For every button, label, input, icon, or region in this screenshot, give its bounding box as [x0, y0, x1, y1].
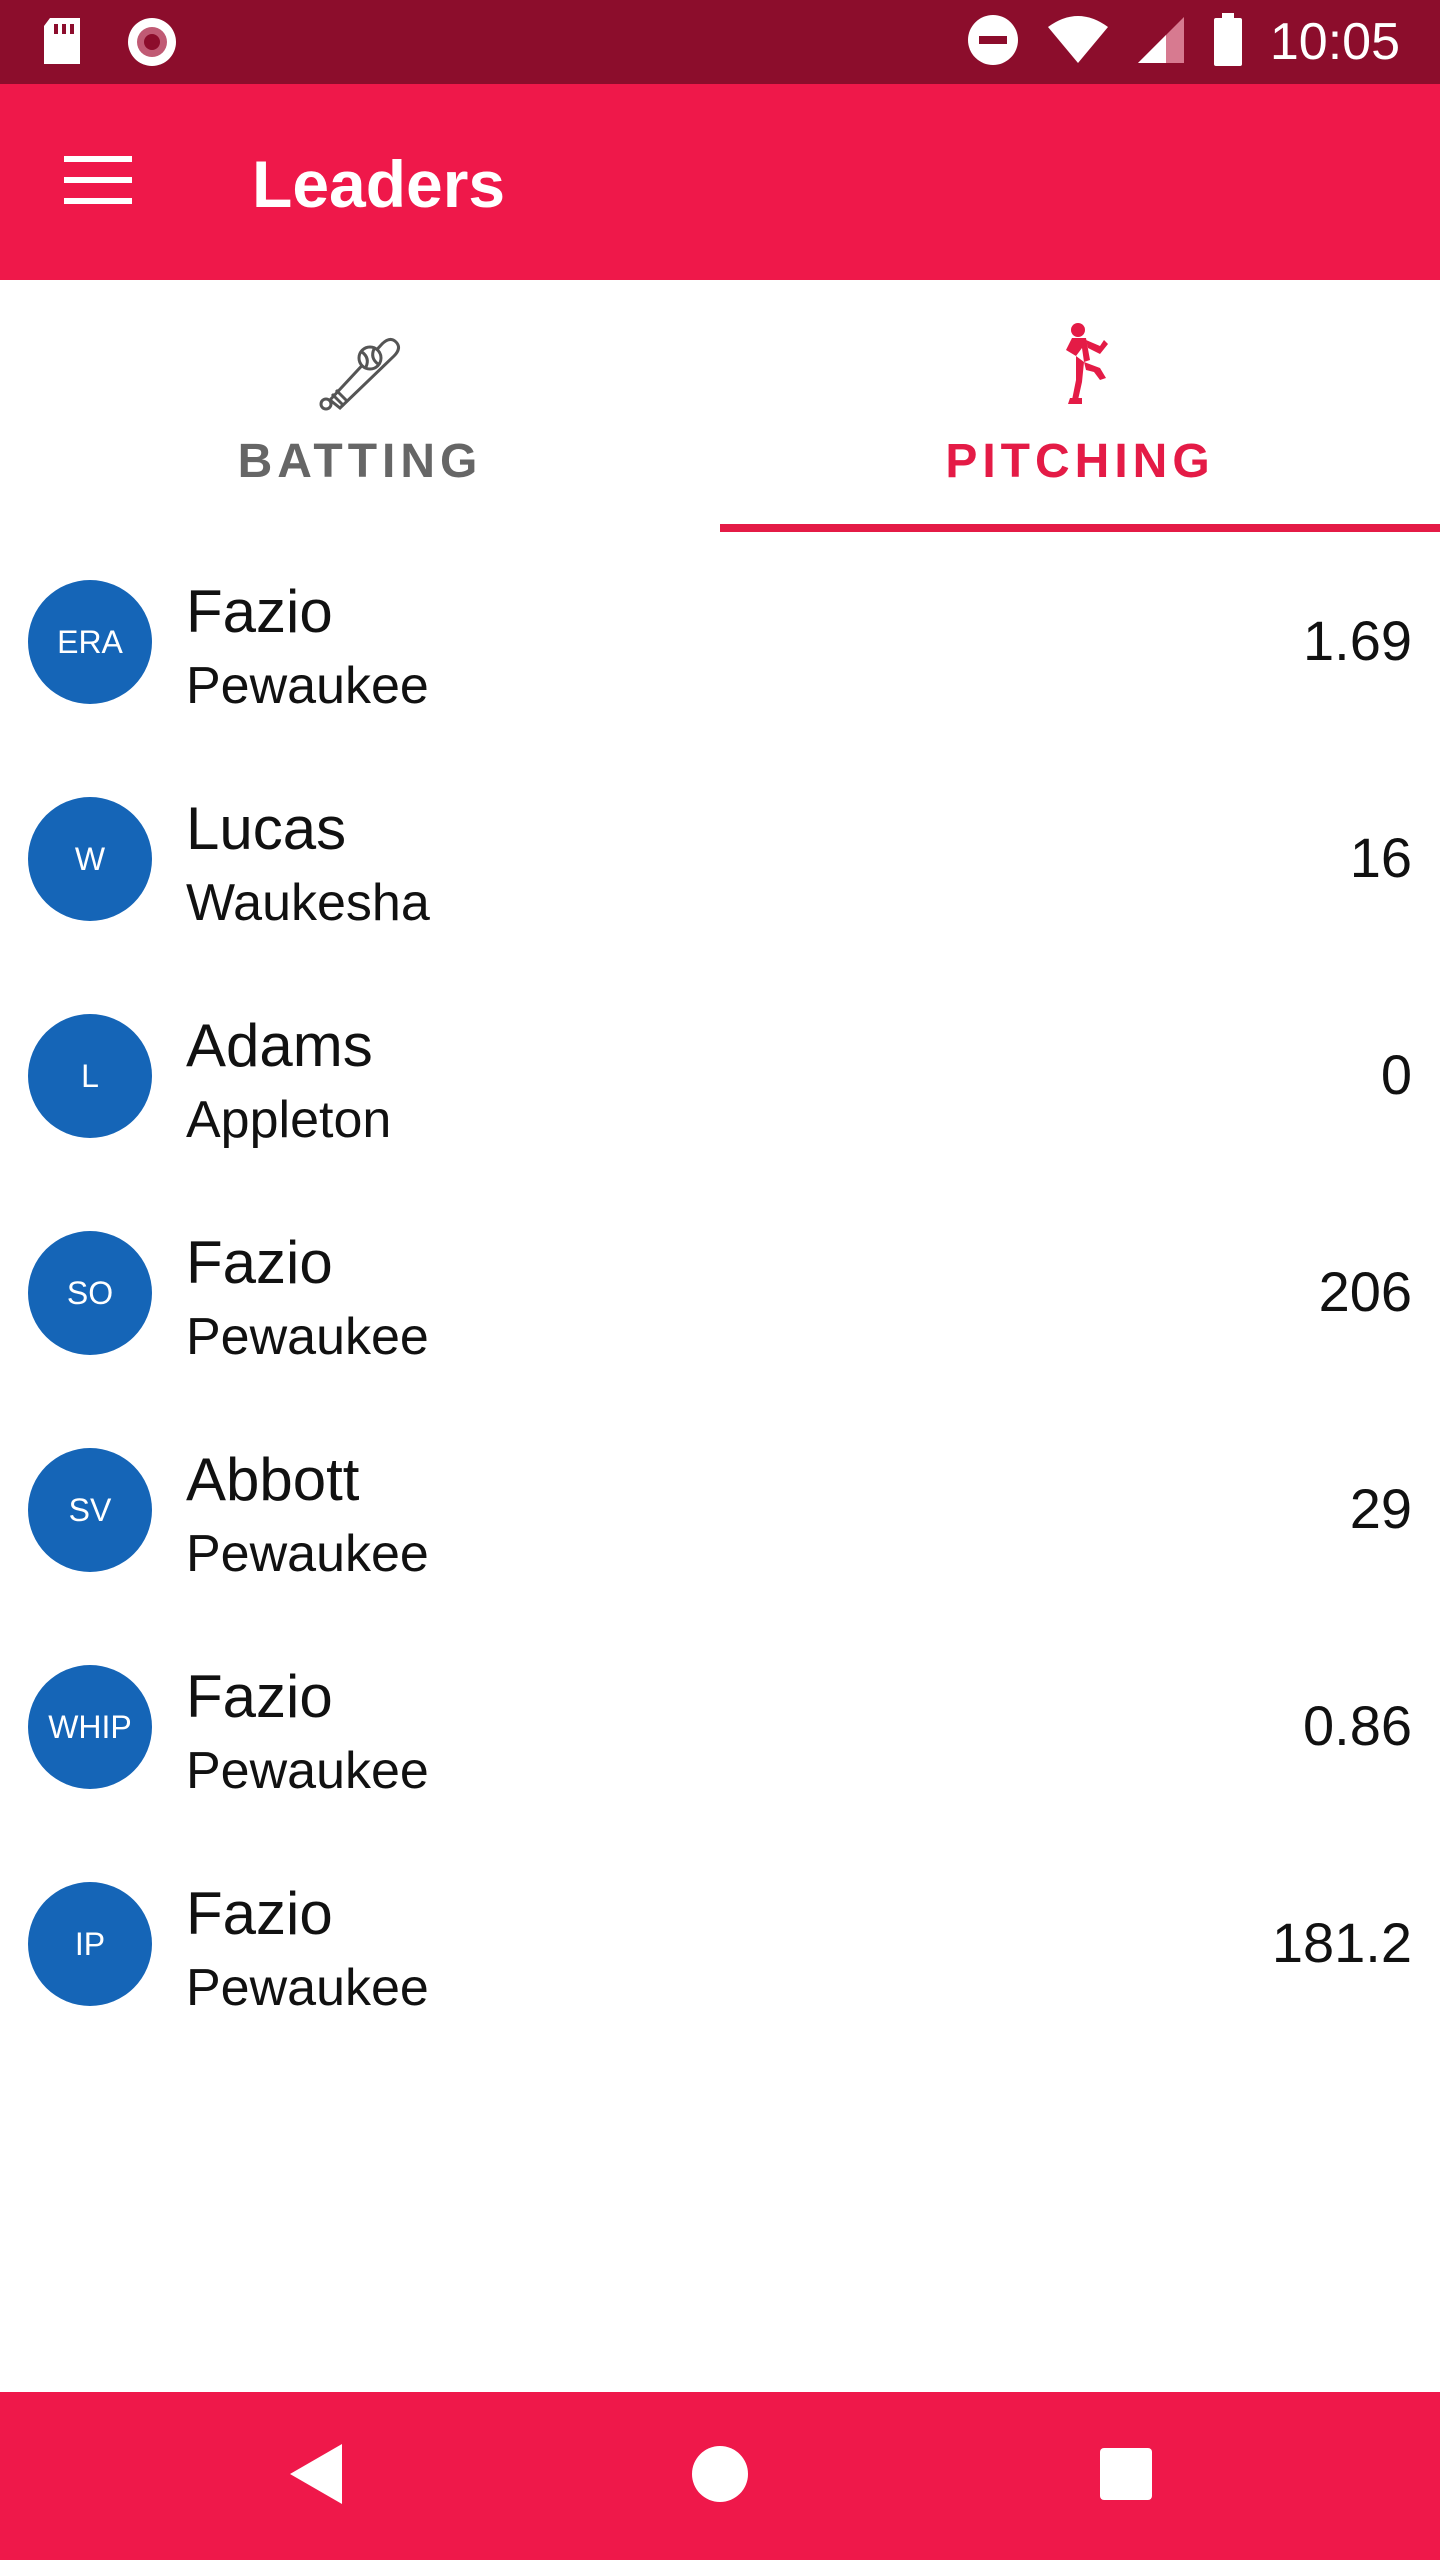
- tab-label-batting: BATTING: [237, 435, 483, 488]
- player-name: Adams: [186, 1012, 373, 1079]
- clock: 10:05: [1269, 13, 1400, 71]
- tab-pitching[interactable]: PITCHING: [720, 280, 1440, 532]
- stat-value: 29: [1349, 1477, 1412, 1540]
- recents-button[interactable]: [1076, 2426, 1176, 2526]
- player-name: Fazio: [186, 1880, 333, 1947]
- do-not-disturb-icon: [966, 13, 1020, 72]
- stat-badge: IP: [28, 1882, 152, 2006]
- tab-indicator: [720, 524, 1440, 532]
- team-name: Pewaukee: [186, 1525, 429, 1583]
- record-icon: [124, 14, 180, 75]
- team-name: Pewaukee: [186, 1308, 429, 1366]
- list-item[interactable]: SV Abbott Pewaukee 29: [0, 1400, 1440, 1617]
- list-item[interactable]: W Lucas Waukesha 16: [0, 749, 1440, 966]
- hamburger-menu-icon: [64, 154, 132, 211]
- stat-value: 0.86: [1303, 1694, 1412, 1757]
- cell-signal-icon: [1136, 15, 1186, 70]
- stat-value: 1.69: [1303, 609, 1412, 672]
- battery-icon: [1212, 12, 1244, 72]
- player-name: Lucas: [186, 795, 347, 862]
- tab-bar: BATTING PITCHING: [0, 280, 1440, 532]
- home-icon: [690, 2444, 750, 2509]
- recents-icon: [1098, 2446, 1154, 2507]
- back-button[interactable]: [266, 2426, 366, 2526]
- stat-value: 181.2: [1271, 1911, 1412, 1974]
- back-icon: [286, 2442, 346, 2511]
- stat-badge: WHIP: [28, 1665, 152, 1789]
- sd-card-icon: [40, 16, 84, 73]
- list-item[interactable]: WHIP Fazio Pewaukee 0.86: [0, 1617, 1440, 1834]
- pitcher-icon: [1030, 316, 1130, 416]
- stat-badge: ERA: [28, 580, 152, 704]
- team-name: Appleton: [186, 1091, 392, 1149]
- system-nav-bar: [0, 2392, 1440, 2560]
- list-item[interactable]: L Adams Appleton 0: [0, 966, 1440, 1183]
- tab-batting[interactable]: BATTING: [0, 280, 720, 532]
- status-bar: 10:05: [0, 0, 1440, 84]
- app-bar: Leaders: [0, 84, 1440, 280]
- player-name: Abbott: [186, 1446, 360, 1513]
- player-name: Fazio: [186, 578, 333, 645]
- list-item[interactable]: IP Fazio Pewaukee 181.2: [0, 1834, 1440, 2051]
- stat-badge: SV: [28, 1448, 152, 1572]
- tab-label-pitching: PITCHING: [945, 435, 1215, 488]
- menu-button[interactable]: [48, 142, 148, 222]
- leaders-list: ERA Fazio Pewaukee 1.69 W Lucas Waukesha…: [0, 532, 1440, 2051]
- list-item[interactable]: ERA Fazio Pewaukee 1.69: [0, 532, 1440, 749]
- wifi-icon: [1046, 15, 1110, 70]
- stat-value: 16: [1349, 826, 1412, 889]
- team-name: Pewaukee: [186, 657, 429, 715]
- stat-value: 206: [1318, 1260, 1412, 1323]
- list-item[interactable]: SO Fazio Pewaukee 206: [0, 1183, 1440, 1400]
- team-name: Pewaukee: [186, 1959, 429, 2017]
- page-title: Leaders: [252, 147, 506, 221]
- team-name: Pewaukee: [186, 1742, 429, 1800]
- stat-badge: W: [28, 797, 152, 921]
- stat-value: 0: [1380, 1043, 1412, 1106]
- team-name: Waukesha: [186, 874, 430, 932]
- stat-badge: L: [28, 1014, 152, 1138]
- stat-badge: SO: [28, 1231, 152, 1355]
- player-name: Fazio: [186, 1663, 333, 1730]
- player-name: Fazio: [186, 1229, 333, 1296]
- baseball-bat-icon: [310, 316, 410, 416]
- home-button[interactable]: [670, 2426, 770, 2526]
